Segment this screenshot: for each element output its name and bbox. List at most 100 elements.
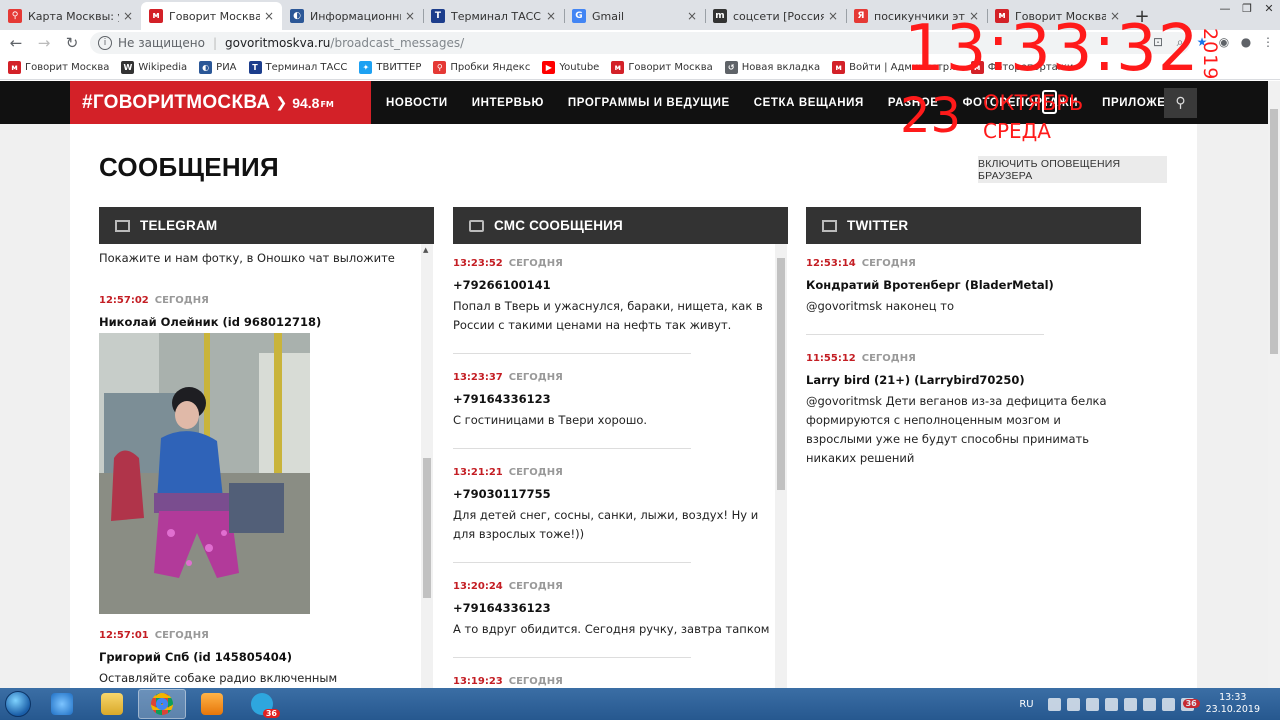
page-scrollbar[interactable] (1268, 81, 1280, 688)
network-icon[interactable] (1085, 697, 1099, 711)
message-time: 13:23:52 (453, 258, 503, 269)
message-time: 11:55:12 (806, 353, 856, 364)
browser-tab[interactable]: ⚲ Карта Москвы: улиц × (0, 2, 141, 30)
close-tab-icon[interactable]: × (687, 9, 697, 23)
search-button[interactable]: ⚲ (1164, 88, 1197, 118)
taskbar-chrome[interactable] (138, 689, 186, 719)
taskbar-clock[interactable]: 13:33 23.10.2019 (1206, 692, 1260, 716)
scroll-thumb[interactable] (1270, 109, 1278, 354)
bookmark-label: Новая вкладка (741, 62, 821, 73)
message-date: СЕГОДНЯ (861, 353, 916, 364)
message-divider (453, 353, 691, 354)
telegram-feed[interactable]: Покажите и нам фотку, в Оношко чат вылож… (99, 244, 419, 688)
volume-icon[interactable] (1161, 697, 1175, 711)
bookmark-item[interactable]: W Wikipedia (121, 61, 187, 74)
browser-tab[interactable]: T Терминал ТАСС × (423, 2, 564, 30)
nav-item[interactable]: СЕТКА ВЕЩАНИЯ (754, 97, 864, 109)
message-time: 12:57:01 (99, 630, 149, 641)
message-date: СЕГОДНЯ (508, 467, 563, 478)
yandex-tray-icon[interactable]: 36 (1180, 697, 1200, 711)
bookmark-item[interactable]: ᴍ Говорит Москва (611, 61, 713, 74)
flag-icon[interactable] (1066, 697, 1080, 711)
chrome-tray-icon[interactable] (1047, 697, 1061, 711)
message-divider (453, 562, 691, 563)
nav-item[interactable]: НОВОСТИ (386, 97, 448, 109)
sms-feed[interactable]: 13:23:52 СЕГОДНЯ +79266100141 Попал в Тверь… (453, 244, 773, 688)
tab-title: Gmail (592, 9, 625, 23)
bookmark-item[interactable]: ✦ ТВИТТЕР (359, 61, 421, 74)
browser-tab[interactable]: ◐ Информационный × (282, 2, 423, 30)
profile-icon[interactable]: ● (1238, 34, 1254, 50)
nav-item[interactable]: ПРОГРАММЫ И ВЕДУЩИЕ (568, 97, 730, 109)
message-author: Николай Олейник (id 968012718) (99, 315, 322, 329)
close-window-icon[interactable]: ✕ (1258, 0, 1280, 16)
bookmark-item[interactable]: T Терминал ТАСС (248, 61, 347, 74)
bookmark-label: РИА (216, 62, 237, 73)
back-icon[interactable]: ← (4, 31, 28, 55)
minimize-icon[interactable]: — (1214, 0, 1236, 16)
taskbar-media[interactable] (188, 689, 236, 719)
reload-icon[interactable]: ↻ (60, 31, 84, 55)
scroll-up-icon[interactable]: ▲ (423, 246, 428, 254)
browser-tab[interactable]: G Gmail × (564, 2, 705, 30)
sms-message: 13:19:23СЕГОДНЯ+79030117755 (453, 676, 773, 688)
language-indicator[interactable]: RU (1019, 699, 1033, 710)
info-icon[interactable]: i (98, 36, 112, 50)
monitor-tray-icon[interactable] (1123, 697, 1137, 711)
taskbar-date: 23.10.2019 (1205, 704, 1260, 715)
telegram-header: TELEGRAM (99, 207, 434, 244)
bookmark-item[interactable]: ▶ Youtube (542, 61, 599, 74)
message-time: 12:53:14 (806, 258, 856, 269)
bookmark-item[interactable]: ↺ Новая вкладка (724, 61, 821, 74)
message-photo[interactable] (99, 333, 310, 614)
site-logo[interactable]: #ГОВОРИТМОСКВА ❯ 94.8 FM (70, 81, 371, 124)
taskbar-ie[interactable] (38, 689, 86, 719)
message-author: +79266100141 (453, 278, 551, 292)
gm-logo-icon: ᴍ (832, 61, 846, 74)
ria-icon: ◐ (199, 61, 213, 74)
scroll-thumb[interactable] (777, 258, 785, 490)
close-tab-icon[interactable]: × (264, 9, 274, 23)
start-button[interactable] (0, 688, 36, 720)
maximize-icon[interactable]: ❐ (1236, 0, 1258, 16)
app-tray-icon[interactable] (1104, 697, 1118, 711)
nav-item[interactable]: ИНТЕРВЬЮ (472, 97, 544, 109)
chrome-icon (151, 693, 173, 715)
taskbar-telegram[interactable]: 36 (238, 689, 286, 719)
twitter-message: 12:53:14 СЕГОДНЯ Кондратий Вротенберг (Bla… (806, 258, 1126, 316)
monitor-icon (115, 219, 130, 232)
gm-logo-icon: ᴍ (8, 61, 21, 74)
browser-tab[interactable]: ᴍ Говорит Москва × (141, 2, 282, 30)
close-tab-icon[interactable]: × (828, 9, 838, 23)
message-date: СЕГОДНЯ (508, 581, 563, 592)
message-date: СЕГОДНЯ (508, 258, 563, 269)
site-header: #ГОВОРИТМОСКВА ❯ 94.8 FM НОВОСТИ ИНТЕРВЬЮ… (0, 81, 1280, 124)
menu-icon[interactable]: ⋮ (1260, 34, 1276, 50)
close-tab-icon[interactable]: × (123, 9, 133, 23)
bookmark-item[interactable]: ⚲ Пробки Яндекс (433, 61, 530, 74)
forward-icon[interactable]: → (32, 31, 56, 55)
close-tab-icon[interactable]: × (546, 9, 556, 23)
bookmark-item[interactable]: ◐ РИА (199, 61, 237, 74)
message-text: Оставляйте собаке радио включенным (99, 671, 338, 685)
overlay-clock-day: 23 (900, 88, 962, 144)
twitter-feed[interactable]: 12:53:14 СЕГОДНЯ Кондратий Вротенберг (Bla… (806, 244, 1126, 688)
close-tab-icon[interactable]: × (405, 9, 415, 23)
scroll-thumb[interactable] (423, 458, 431, 598)
message-author: Кондратий Вротенберг (BladerMetal) (806, 278, 1054, 292)
message-text: А то вдруг обидится. Сегодня ручку, завт… (453, 622, 770, 636)
bookmark-label: Youtube (559, 62, 600, 73)
telegram-message: 12:57:02 СЕГОДНЯ Николай Олейник (id 9680… (99, 295, 419, 614)
partial-message-text: Покажите и нам фотку, в Оношко чат вылож… (99, 251, 395, 265)
wikipedia-icon: W (121, 61, 135, 74)
browser-tab[interactable]: m соцсети [Россия × (705, 2, 846, 30)
message-text: Попал в Тверь и ужаснулся, бараки, нищет… (453, 299, 763, 332)
sms-scrollbar[interactable] (775, 244, 787, 688)
bookmark-item[interactable]: ᴍ Говорит Москва (8, 61, 109, 74)
enable-notifications-button[interactable]: ВКЛЮЧИТЬ ОПОВЕЩЕНИЯ БРАУЗЕРА (978, 156, 1167, 183)
message-author: Larry bird (21+) (Larrybird70250) (806, 373, 1025, 387)
telegram-scrollbar[interactable]: ▲ (421, 244, 433, 688)
bookmark-label: Говорит Москва (628, 62, 713, 73)
shield-icon[interactable] (1142, 697, 1156, 711)
taskbar-explorer[interactable] (88, 689, 136, 719)
